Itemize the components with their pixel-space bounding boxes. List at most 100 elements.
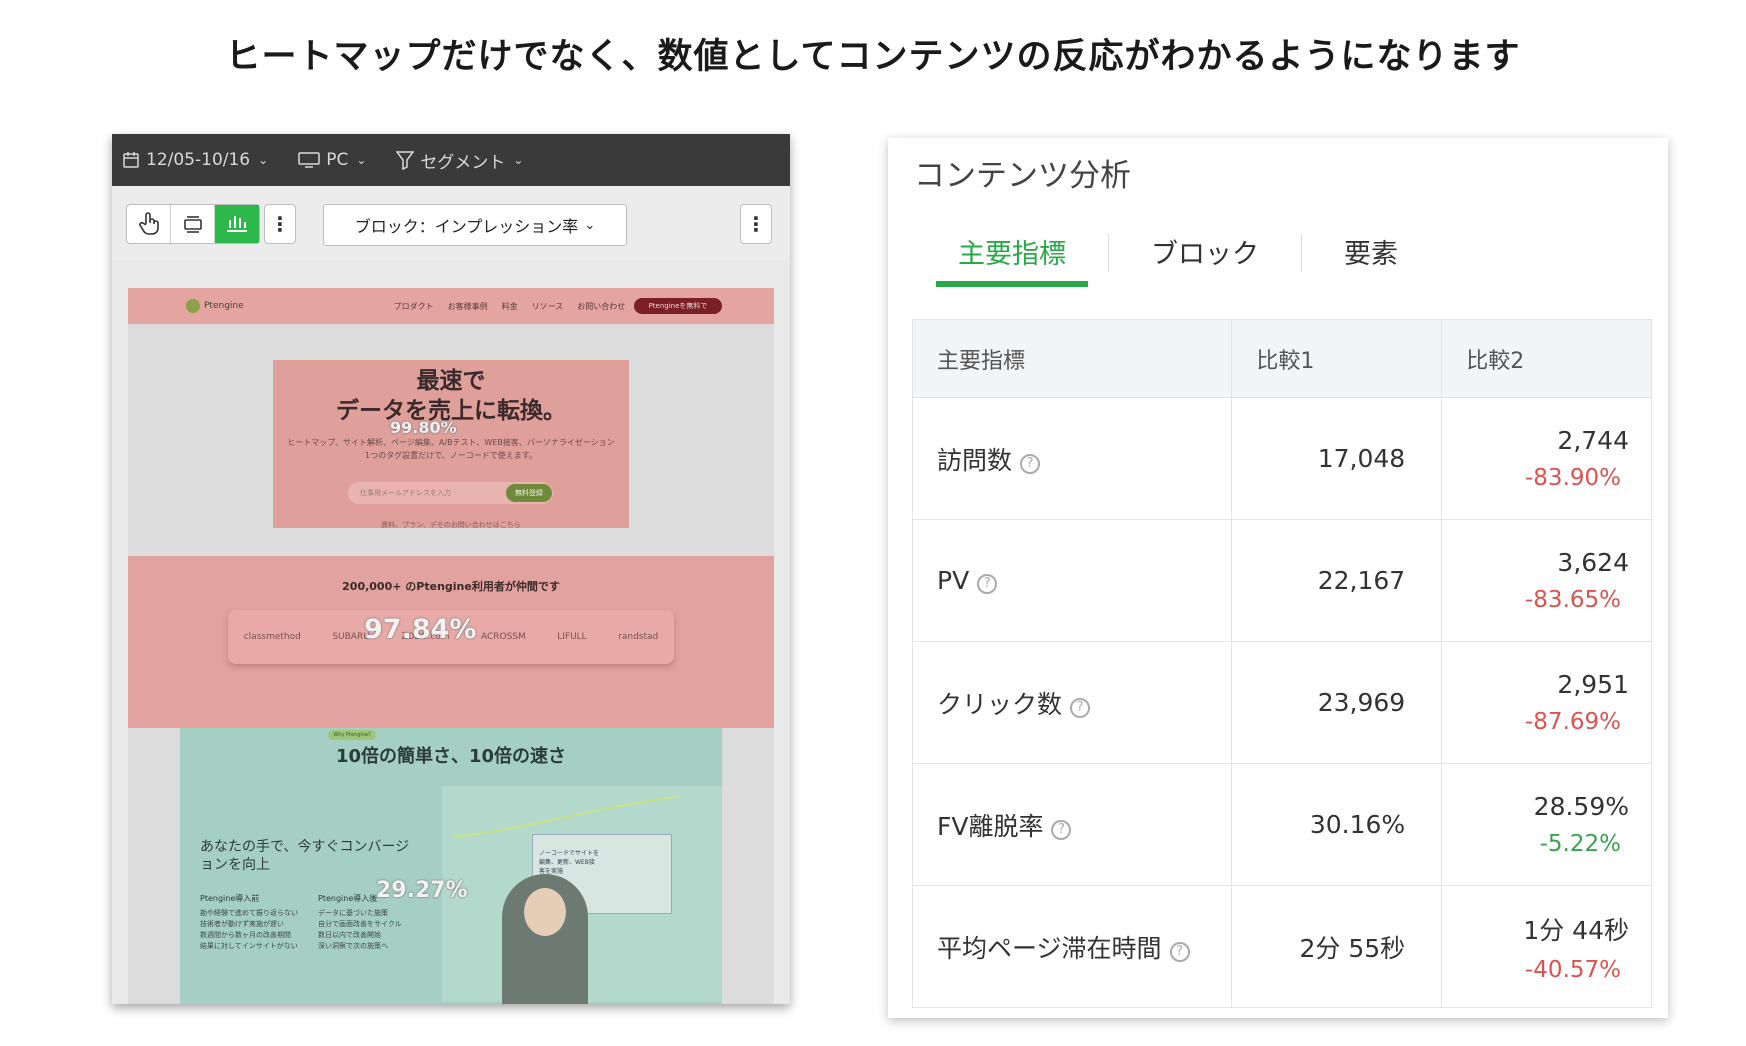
device-label: PC xyxy=(326,150,349,170)
chevron-down-icon: ⌄ xyxy=(356,153,367,167)
layers-icon xyxy=(183,216,202,233)
metric-name: 訪問数 xyxy=(937,445,1013,475)
help-icon[interactable]: ? xyxy=(1070,697,1091,718)
compare1-value: 2分 55秒 xyxy=(1231,885,1443,1008)
heatmap-canvas: Ptengine プロダクト お客様事例 料金 リソース お問い合わせ Pten… xyxy=(128,288,774,1004)
heatmap-panel: 12/05-10/16 ⌄ PC ⌄ セグメント ⌄ ⋮ ブロック：インプレッシ… xyxy=(112,134,790,1004)
delta-value: -87.69% xyxy=(1525,709,1621,735)
chevron-down-icon: ⌄ xyxy=(584,217,596,233)
column-header: 主要指標 xyxy=(911,319,1233,398)
hero-box: 最速で データを売上に転換。 ヒートマップ、サイト解析、ページ編集、A/Bテスト… xyxy=(273,360,629,530)
hero-sub-line-1: ヒートマップ、サイト解析、ページ編集、A/Bテスト、WEB接客、パーソナライゼー… xyxy=(287,438,615,447)
site-nav-item[interactable]: プロダクト xyxy=(394,301,434,312)
compare2-cell: 2,951 -87.69% xyxy=(1441,641,1652,764)
site-nav-links: プロダクト お客様事例 料金 リソース お問い合わせ xyxy=(394,301,626,312)
metrics-table: 主要指標 比較1 比較2 訪問数? 17,048 2,744 -83.90% PV… xyxy=(911,319,1652,1008)
before-item: 技術者が動けず実施が遅い xyxy=(200,920,284,928)
metric-label: FV離脱率? xyxy=(911,763,1233,886)
logo-text: Ptengine xyxy=(204,301,244,311)
compare2-value: 2,744 xyxy=(1557,426,1629,455)
tab-elements[interactable]: 要素 xyxy=(1322,232,1420,287)
chevron-down-icon: ⌄ xyxy=(258,153,269,167)
metric-name: クリック数 xyxy=(937,689,1063,719)
why-block[interactable]: Why Ptengine? 10倍の簡単さ、10倍の速さ あなたの手で、今すぐコ… xyxy=(180,728,722,1004)
before-column: Ptengine導入前 勘や経験で進めて振り返らない 技術者が動けず実施が遅い … xyxy=(200,893,298,952)
analysis-tabs: 主要指標 ブロック 要素 xyxy=(936,232,1420,287)
device-picker[interactable]: PC ⌄ xyxy=(298,150,366,170)
logo-mark-icon xyxy=(186,299,200,313)
delta-value: -83.65% xyxy=(1525,587,1621,613)
hero-sub-line-2: 1つのタグ設置だけで、ノーコードで使えます。 xyxy=(365,451,537,460)
column-header: 比較1 xyxy=(1231,319,1443,398)
table-row: PV? 22,167 3,624 -83.65% xyxy=(911,519,1652,642)
panel-menu-button[interactable]: ⋮ xyxy=(740,204,772,244)
person-face xyxy=(524,888,566,936)
more-options-button[interactable]: ⋮ xyxy=(264,204,296,244)
after-item: 数日以内で改善開始 xyxy=(318,931,381,939)
hero-subtitle: ヒートマップ、サイト解析、ページ編集、A/Bテスト、WEB接客、パーソナライゼー… xyxy=(273,436,629,462)
date-range-picker[interactable]: 12/05-10/16 ⌄ xyxy=(122,150,268,170)
site-cta-button[interactable]: Ptengineを無料で xyxy=(634,298,722,314)
site-nav-item[interactable]: お客様事例 xyxy=(448,301,488,312)
site-logo: Ptengine xyxy=(186,299,244,313)
site-nav-item[interactable]: 料金 xyxy=(502,301,518,312)
view-mode-group xyxy=(126,204,260,244)
tab-blocks[interactable]: ブロック xyxy=(1129,232,1281,287)
compare2-value: 2,951 xyxy=(1557,670,1629,699)
users-block[interactable]: 200,000+ のPtengine利用者が仲間です classmethod S… xyxy=(128,556,774,728)
before-item: 結果に対してインサイトがない xyxy=(200,942,298,950)
hero-block[interactable]: 最速で データを売上に転換。 ヒートマップ、サイト解析、ページ編集、A/Bテスト… xyxy=(128,324,774,558)
site-nav-item[interactable]: リソース xyxy=(532,301,564,312)
metric-name: PV xyxy=(937,566,970,595)
hero-signup-button[interactable]: 無料登録 xyxy=(506,484,552,502)
mockup-caption: ノーコードでサイトを編集、更新、WEB接客を実施 xyxy=(539,850,600,875)
metric-select[interactable]: ブロック：インプレッション率 ⌄ xyxy=(323,204,627,246)
bar-chart-icon xyxy=(227,216,247,232)
delta-value: -40.57% xyxy=(1525,956,1621,983)
metric-label: 訪問数? xyxy=(911,397,1233,520)
site-nav-item[interactable]: お問い合わせ xyxy=(577,301,625,312)
help-icon[interactable]: ? xyxy=(1051,819,1072,840)
client-logo: randstad xyxy=(618,632,659,642)
after-item: 自分で画面改善をサイクル xyxy=(318,920,402,928)
calendar-icon xyxy=(123,152,139,168)
block-mode-button[interactable] xyxy=(215,205,259,243)
kebab-icon: ⋮ xyxy=(746,212,766,236)
compare2-value: 1分 44秒 xyxy=(1523,915,1629,945)
metric-label: PV? xyxy=(911,519,1233,642)
hero-contact-link[interactable]: 資料、プラン、デモのお問い合わせはこちら xyxy=(273,520,629,530)
hero-title: 最速で データを売上に転換。 xyxy=(273,366,629,426)
content-analysis-panel: コンテンツ分析 主要指標 ブロック 要素 主要指標 比較1 比較2 訪問数? 1… xyxy=(888,138,1668,1018)
compare2-cell: 1分 44秒 -40.57% xyxy=(1441,885,1652,1008)
compare2-value: 28.59% xyxy=(1533,792,1629,821)
before-after-columns: Ptengine導入前 勘や経験で進めて振り返らない 技術者が動けず実施が遅い … xyxy=(200,893,402,952)
client-logo: LIFULL xyxy=(557,632,587,642)
before-item: 勘や経験で進めて振り返らない xyxy=(200,909,298,917)
heatmap-toolbar: ⋮ ブロック：インプレッション率 ⌄ ⋮ xyxy=(112,186,790,260)
hero-impression-rate: 99.80% xyxy=(390,418,457,437)
table-row: クリック数? 23,969 2,951 -87.69% xyxy=(911,641,1652,764)
help-icon[interactable]: ? xyxy=(1020,453,1041,474)
tab-key-metrics[interactable]: 主要指標 xyxy=(936,232,1088,287)
after-item: データに基づいた施策 xyxy=(318,909,388,917)
panel-title: コンテンツ分析 xyxy=(914,158,1131,194)
compare1-value: 17,048 xyxy=(1231,397,1443,520)
why-subtitle: あなたの手で、今すぐコンバージョンを向上 xyxy=(200,839,410,873)
compare1-value: 30.16% xyxy=(1231,763,1443,886)
delta-value: -5.22% xyxy=(1539,831,1621,857)
segment-label: セグメント xyxy=(420,152,506,173)
client-logo: ACROSSM xyxy=(480,632,526,642)
help-icon[interactable]: ? xyxy=(1169,941,1190,962)
click-mode-button[interactable] xyxy=(127,205,171,243)
table-row: 平均ページ滞在時間? 2分 55秒 1分 44秒 -40.57% xyxy=(911,885,1652,1008)
compare2-cell: 28.59% -5.22% xyxy=(1441,763,1652,886)
column-header: 比較2 xyxy=(1441,319,1652,398)
metric-name: FV離脱率 xyxy=(937,811,1044,841)
segment-picker[interactable]: セグメント ⌄ xyxy=(396,148,523,173)
hero-title-line-1: 最速で xyxy=(416,368,486,394)
scroll-mode-button[interactable] xyxy=(171,205,215,243)
why-title: 10倍の簡単さ、10倍の速さ xyxy=(335,746,567,767)
help-icon[interactable]: ? xyxy=(977,574,998,594)
why-impression-rate: 29.27% xyxy=(376,878,468,903)
table-header-row: 主要指標 比較1 比較2 xyxy=(911,319,1652,398)
